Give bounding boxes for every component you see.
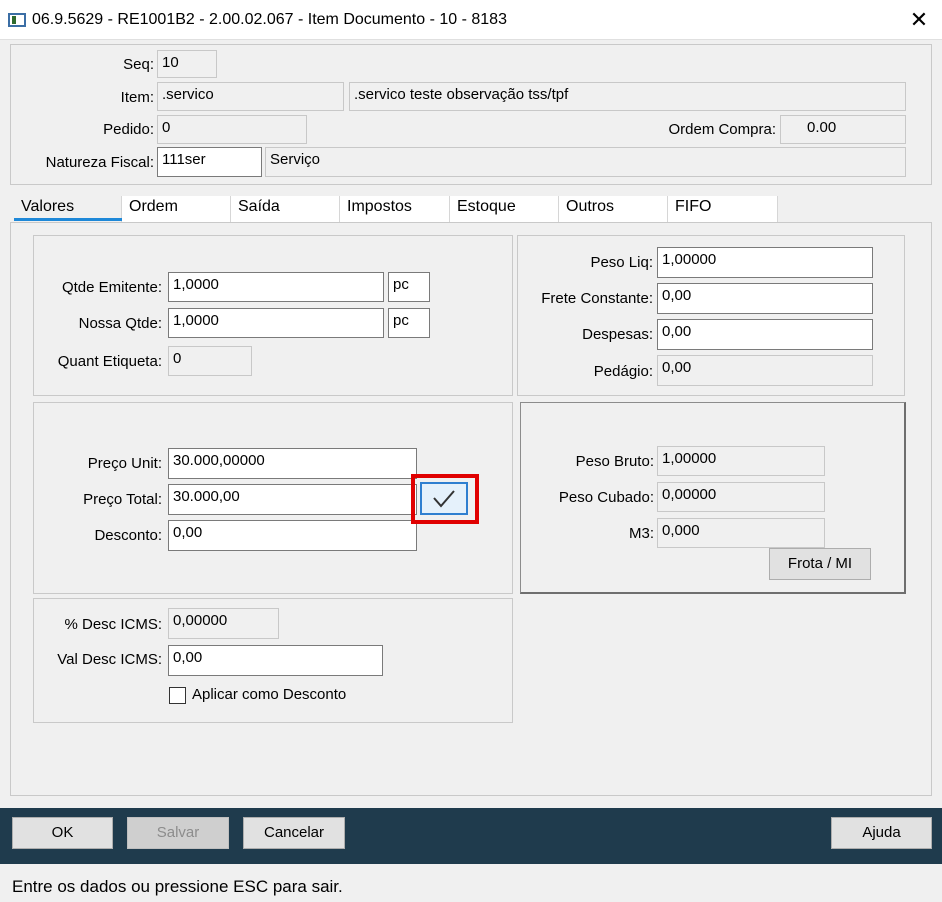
quant-etiqueta-field: 0 bbox=[168, 346, 252, 376]
tab-ordem[interactable]: Ordem bbox=[122, 196, 231, 222]
tab-fifo[interactable]: FIFO bbox=[668, 196, 778, 222]
peso-liq-label: Peso Liq: bbox=[590, 254, 653, 271]
preco-total-field[interactable]: 30.000,00 bbox=[168, 484, 417, 515]
desc-icms-field: 0,00000 bbox=[168, 608, 279, 639]
desconto-label: Desconto: bbox=[94, 527, 162, 544]
natureza-description-field: Serviço bbox=[265, 147, 906, 177]
salvar-button[interactable]: Salvar bbox=[127, 817, 229, 849]
pedagio-label: Pedágio: bbox=[593, 363, 653, 380]
qtde-emitente-unit[interactable]: pc bbox=[388, 272, 430, 302]
seq-field: 10 bbox=[157, 50, 217, 78]
tab-saida[interactable]: Saída bbox=[231, 196, 340, 222]
ajuda-button[interactable]: Ajuda bbox=[831, 817, 932, 849]
preco-unit-label: Preço Unit: bbox=[87, 455, 162, 472]
checkmark-icon bbox=[433, 490, 455, 508]
item-description-field: .servico teste observação tss/tpf bbox=[349, 82, 906, 111]
tab-outros-label: Outros bbox=[566, 198, 615, 215]
qtde-emitente-field[interactable]: 1,0000 bbox=[168, 272, 384, 302]
desconto-field[interactable]: 0,00 bbox=[168, 520, 417, 551]
close-icon[interactable]: ✕ bbox=[905, 6, 933, 34]
peso-cubado-field: 0,00000 bbox=[657, 482, 825, 512]
ok-button[interactable]: OK bbox=[12, 817, 113, 849]
pedagio-field: 0,00 bbox=[657, 355, 873, 386]
cancelar-button[interactable]: Cancelar bbox=[243, 817, 345, 849]
natureza-fiscal-field[interactable]: 111ser bbox=[157, 147, 262, 177]
aplicar-desconto-checkbox[interactable] bbox=[169, 687, 186, 704]
ordem-compra-label: Ordem Compra: bbox=[668, 121, 776, 138]
pedido-label: Pedido: bbox=[103, 121, 154, 138]
val-desc-icms-field[interactable]: 0,00 bbox=[168, 645, 383, 676]
quant-etiqueta-label: Quant Etiqueta: bbox=[57, 353, 162, 370]
natureza-fiscal-label: Natureza Fiscal: bbox=[45, 154, 154, 171]
m3-label: M3: bbox=[628, 525, 654, 542]
tab-outros[interactable]: Outros bbox=[559, 196, 668, 222]
desc-icms-label: % Desc ICMS: bbox=[64, 616, 162, 633]
active-tab-indicator bbox=[14, 218, 122, 221]
aplicar-desconto-label: Aplicar como Desconto bbox=[192, 686, 347, 703]
nossa-qtde-field[interactable]: 1,0000 bbox=[168, 308, 384, 338]
seq-label: Seq: bbox=[123, 56, 154, 73]
window-icon bbox=[8, 13, 26, 27]
peso-bruto-field: 1,00000 bbox=[657, 446, 825, 476]
tab-estoque[interactable]: Estoque bbox=[450, 196, 559, 222]
tab-estoque-label: Estoque bbox=[457, 198, 516, 215]
status-text: Entre os dados ou pressione ESC para sai… bbox=[12, 877, 343, 896]
confirm-price-button[interactable] bbox=[420, 482, 468, 515]
pedido-field: 0 bbox=[157, 115, 307, 144]
tab-saida-label: Saída bbox=[238, 198, 280, 215]
tab-fifo-label: FIFO bbox=[675, 198, 712, 215]
nossa-qtde-label: Nossa Qtde: bbox=[78, 315, 162, 332]
tab-impostos-label: Impostos bbox=[347, 198, 412, 215]
frete-constante-field[interactable]: 0,00 bbox=[657, 283, 873, 314]
peso-bruto-label: Peso Bruto: bbox=[575, 453, 654, 470]
qtde-emitente-label: Qtde Emitente: bbox=[61, 279, 162, 296]
tab-valores-label: Valores bbox=[21, 198, 75, 215]
ordem-compra-field: 0.00 bbox=[780, 115, 906, 144]
peso-liq-field[interactable]: 1,00000 bbox=[657, 247, 873, 278]
item-code-field[interactable]: .servico bbox=[157, 82, 344, 111]
peso-cubado-label: Peso Cubado: bbox=[558, 489, 654, 506]
frota-mi-button[interactable]: Frota / MI bbox=[769, 548, 871, 580]
window-title: 06.9.5629 - RE1001B2 - 2.00.02.067 - Ite… bbox=[32, 11, 507, 28]
frete-constante-label: Frete Constante: bbox=[541, 290, 653, 307]
despesas-label: Despesas: bbox=[582, 326, 653, 343]
nossa-qtde-unit[interactable]: pc bbox=[388, 308, 430, 338]
preco-unit-field[interactable]: 30.000,00000 bbox=[168, 448, 417, 479]
val-desc-icms-label: Val Desc ICMS: bbox=[57, 651, 162, 668]
item-label: Item: bbox=[120, 89, 154, 106]
despesas-field[interactable]: 0,00 bbox=[657, 319, 873, 350]
preco-total-label: Preço Total: bbox=[83, 491, 162, 508]
tab-ordem-label: Ordem bbox=[129, 198, 178, 215]
tab-impostos[interactable]: Impostos bbox=[340, 196, 450, 222]
m3-field: 0,000 bbox=[657, 518, 825, 548]
